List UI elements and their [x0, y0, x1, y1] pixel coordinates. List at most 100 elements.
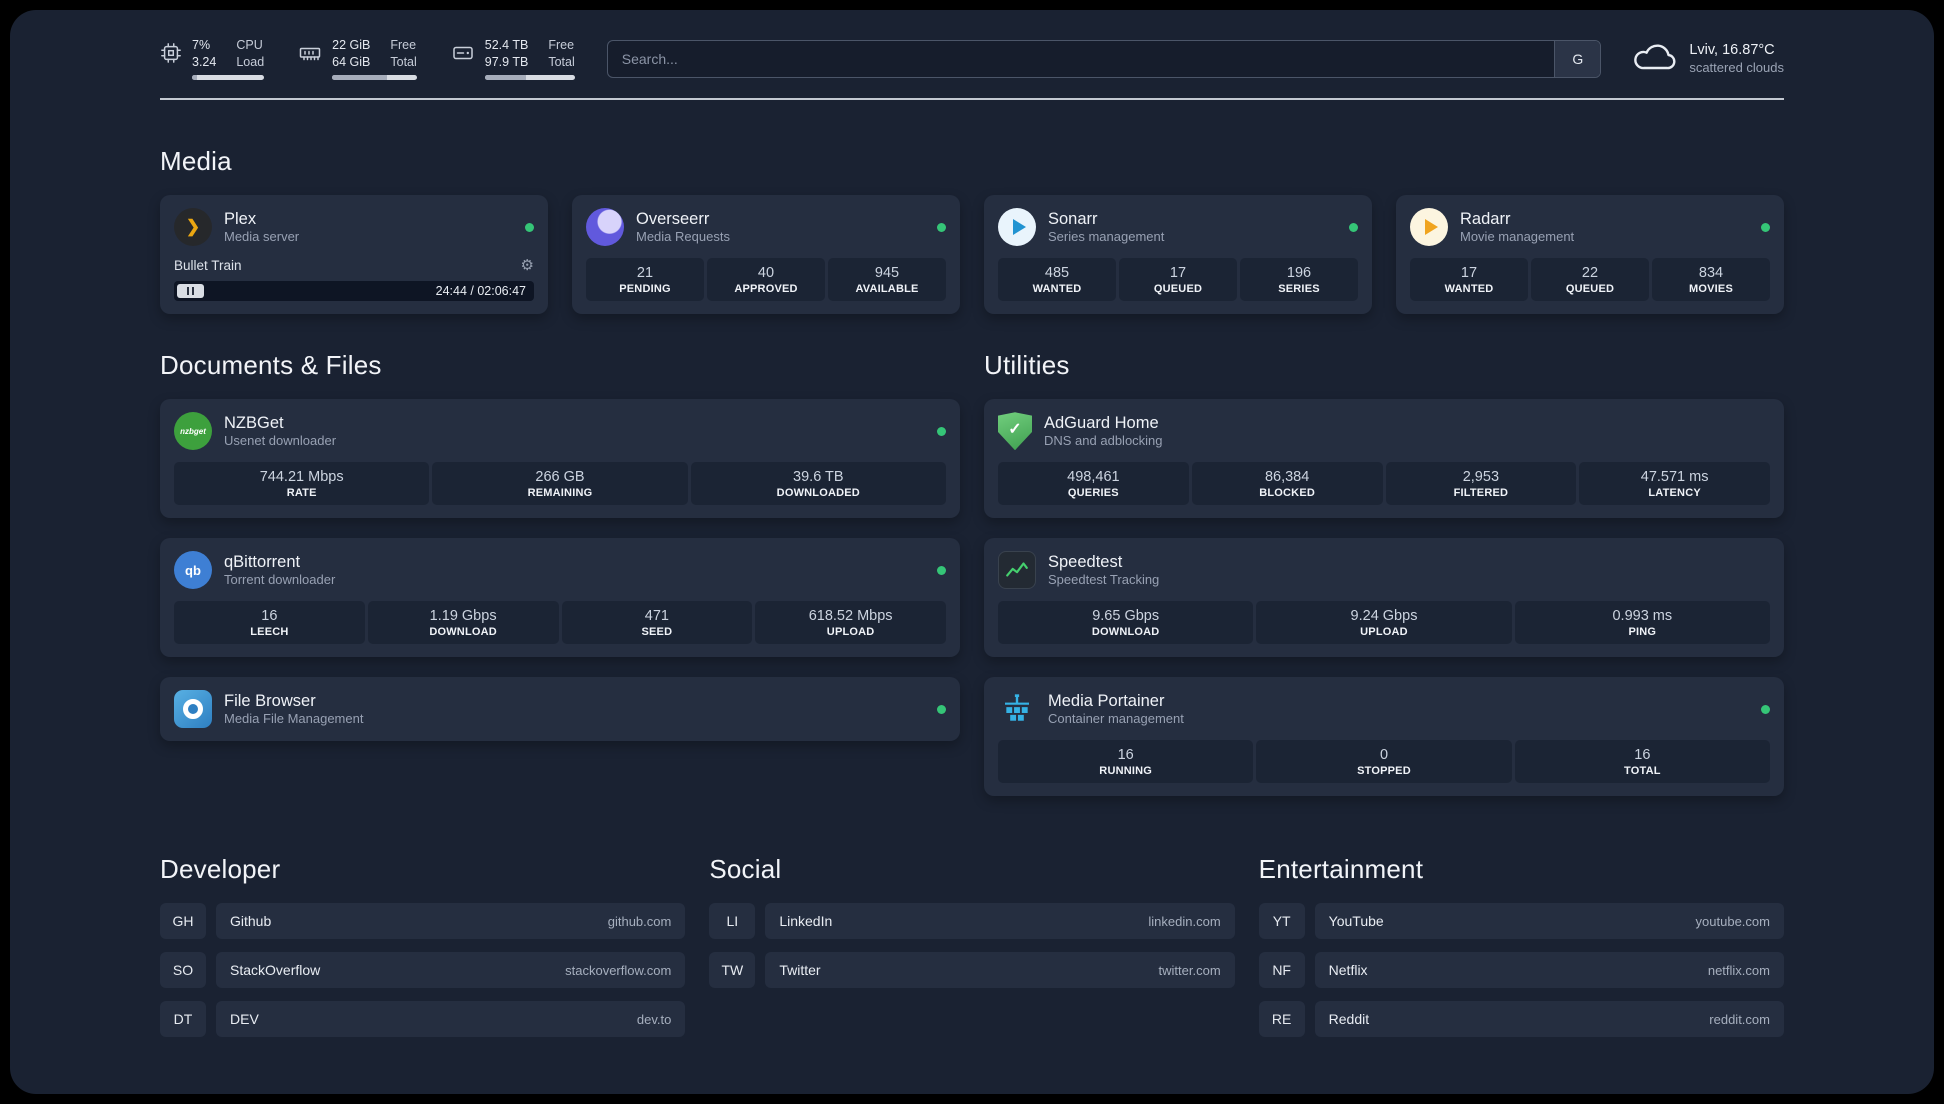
- plex-now-playing: Bullet Train 24:44 / 02:06:47: [174, 256, 534, 302]
- sonarr-icon: [998, 208, 1036, 247]
- bookmark-link-dev[interactable]: DEV dev.to: [216, 1001, 686, 1038]
- stat-block: 196 SERIES: [1240, 258, 1358, 302]
- stat-block: 471 SEED: [561, 601, 753, 645]
- disk-widget: 52.4 TB Free 97.9 TB Total: [451, 38, 575, 81]
- stat-block: 1.19 Gbps DOWNLOAD: [367, 601, 559, 645]
- disk-total-value: 97.9 TB: [484, 54, 529, 69]
- service-subtitle: Usenet downloader: [224, 433, 337, 449]
- stat-block: 47.571 ms LATENCY: [1579, 462, 1770, 506]
- service-name: File Browser: [224, 691, 316, 710]
- bookmark-link-youtube[interactable]: YouTube youtube.com: [1314, 903, 1784, 940]
- bookmark-abbr[interactable]: YT: [1258, 903, 1305, 940]
- stat-block: 9.24 Gbps UPLOAD: [1256, 601, 1512, 645]
- entertainment-group-title: Entertainment: [1258, 854, 1424, 885]
- bookmark-group-entertainment: Entertainment YT YouTube youtube.com NF …: [1258, 854, 1784, 1050]
- search-provider-button[interactable]: G: [1554, 41, 1601, 78]
- weather-widget: Lviv, 16.87°C scattered clouds: [1633, 41, 1784, 77]
- status-dot: [1761, 704, 1770, 714]
- disk-icon: [451, 42, 475, 64]
- stat-block: 945 AVAILABLE: [828, 258, 946, 302]
- bookmark-abbr[interactable]: NF: [1258, 952, 1305, 989]
- service-card-overseerr[interactable]: Overseerr Media Requests 21 PENDING 40 A…: [572, 195, 960, 315]
- playback-progress-bar[interactable]: 24:44 / 02:06:47: [174, 281, 534, 302]
- stat-block: 744.21 Mbps RATE: [174, 462, 430, 506]
- cpu-load-label: Load: [236, 54, 265, 69]
- stat-block: 16 TOTAL: [1514, 740, 1770, 784]
- bookmark-group-developer: Developer GH Github github.com SO StackO…: [160, 854, 686, 1050]
- service-name: AdGuard Home: [1044, 413, 1159, 432]
- disk-free-value: 52.4 TB: [484, 38, 529, 52]
- bookmark-row: GH Github github.com: [160, 903, 686, 940]
- stat-block: 17 WANTED: [1410, 258, 1528, 302]
- service-card-nzbget[interactable]: nzbget NZBGet Usenet downloader 744.21 M…: [160, 399, 960, 519]
- pause-button[interactable]: [177, 284, 204, 299]
- bookmark-abbr[interactable]: LI: [709, 903, 756, 940]
- service-card-adguard[interactable]: AdGuard Home DNS and adblocking 498,461 …: [984, 399, 1784, 519]
- bookmark-link-netflix[interactable]: Netflix netflix.com: [1314, 952, 1784, 989]
- speedtest-chart-icon: [998, 551, 1036, 590]
- service-name: Media Portainer: [1048, 691, 1165, 710]
- memory-usage-bar: [332, 75, 417, 81]
- service-card-portainer[interactable]: Media Portainer Container management 16 …: [984, 677, 1784, 797]
- stat-block: 40 APPROVED: [707, 258, 825, 302]
- memory-icon: [298, 42, 322, 64]
- stat-block: 834 MOVIES: [1652, 258, 1770, 302]
- service-card-sonarr[interactable]: Sonarr Series management 485 WANTED 17 Q…: [984, 195, 1372, 315]
- qbittorrent-icon: qb: [174, 551, 212, 590]
- bookmark-abbr[interactable]: SO: [160, 952, 206, 989]
- overseerr-icon: [586, 208, 624, 247]
- dashboard-panel: 7% CPU 3.24 Load 22 GiB Free 64 GiB Tota…: [10, 10, 1934, 1094]
- service-card-speedtest[interactable]: Speedtest Speedtest Tracking 9.65 Gbps D…: [984, 538, 1784, 658]
- section-utilities: Utilities AdGuard Home DNS and adblockin…: [984, 350, 1784, 797]
- plex-icon: [174, 208, 212, 247]
- service-name: Overseerr: [636, 209, 710, 228]
- stat-block: 498,461 QUERIES: [998, 462, 1189, 506]
- stat-block: 266 GB REMAINING: [432, 462, 688, 506]
- memory-total-label: Total: [390, 54, 417, 69]
- bookmark-link-github[interactable]: Github github.com: [216, 903, 686, 940]
- bookmark-group-social: Social LI LinkedIn linkedin.com TW Twitt…: [709, 854, 1235, 1001]
- bookmark-link-linkedin[interactable]: LinkedIn linkedin.com: [765, 903, 1235, 940]
- bookmark-link-stackoverflow[interactable]: StackOverflow stackoverflow.com: [216, 952, 686, 989]
- bookmark-row: NF Netflix netflix.com: [1258, 952, 1784, 989]
- service-name: Plex: [224, 209, 257, 228]
- nzbget-icon: nzbget: [174, 412, 212, 451]
- memory-total-value: 64 GiB: [332, 54, 371, 69]
- bookmark-abbr[interactable]: RE: [1258, 1001, 1305, 1038]
- stat-block: 21 PENDING: [586, 258, 704, 302]
- stat-block: 485 WANTED: [998, 258, 1116, 302]
- bookmark-row: RE Reddit reddit.com: [1258, 1001, 1784, 1038]
- media-section-title: Media: [160, 146, 232, 177]
- status-dot: [937, 565, 946, 575]
- service-card-qbittorrent[interactable]: qb qBittorrent Torrent downloader 16 LEE…: [160, 538, 960, 658]
- service-card-plex[interactable]: Plex Media server Bullet Train 24:44 / 0…: [160, 195, 548, 315]
- search-input[interactable]: [607, 41, 1555, 78]
- stat-block: 16 LEECH: [174, 601, 365, 645]
- playback-time: 24:44 / 02:06:47: [435, 284, 526, 299]
- bookmark-abbr[interactable]: DT: [160, 1001, 206, 1038]
- bookmark-row: YT YouTube youtube.com: [1258, 903, 1784, 940]
- bookmark-abbr[interactable]: GH: [160, 903, 206, 940]
- utilities-section-title: Utilities: [984, 350, 1070, 381]
- cpu-load-value: 3.24: [192, 54, 217, 69]
- weather-condition: scattered clouds: [1689, 60, 1784, 76]
- service-card-filebrowser[interactable]: File Browser Media File Management: [160, 677, 960, 742]
- service-subtitle: Media Requests: [636, 229, 730, 245]
- service-subtitle: Series management: [1048, 229, 1165, 245]
- status-dot: [937, 426, 946, 436]
- cpu-icon: [160, 42, 182, 64]
- bookmark-link-reddit[interactable]: Reddit reddit.com: [1314, 1001, 1784, 1038]
- service-card-radarr[interactable]: Radarr Movie management 17 WANTED 22 QUE…: [1396, 195, 1784, 315]
- gear-icon[interactable]: [521, 256, 534, 274]
- bookmark-abbr[interactable]: TW: [709, 952, 756, 989]
- status-dot: [937, 704, 946, 714]
- service-subtitle: Torrent downloader: [224, 572, 336, 588]
- service-subtitle: DNS and adblocking: [1044, 433, 1163, 449]
- memory-widget: 22 GiB Free 64 GiB Total: [298, 38, 417, 81]
- stat-block: 618.52 Mbps UPLOAD: [755, 601, 946, 645]
- status-dot: [937, 222, 946, 232]
- cpu-usage-bar: [192, 75, 265, 81]
- status-dot: [1349, 222, 1358, 232]
- bookmark-link-twitter[interactable]: Twitter twitter.com: [765, 952, 1235, 989]
- memory-free-label: Free: [390, 38, 417, 52]
